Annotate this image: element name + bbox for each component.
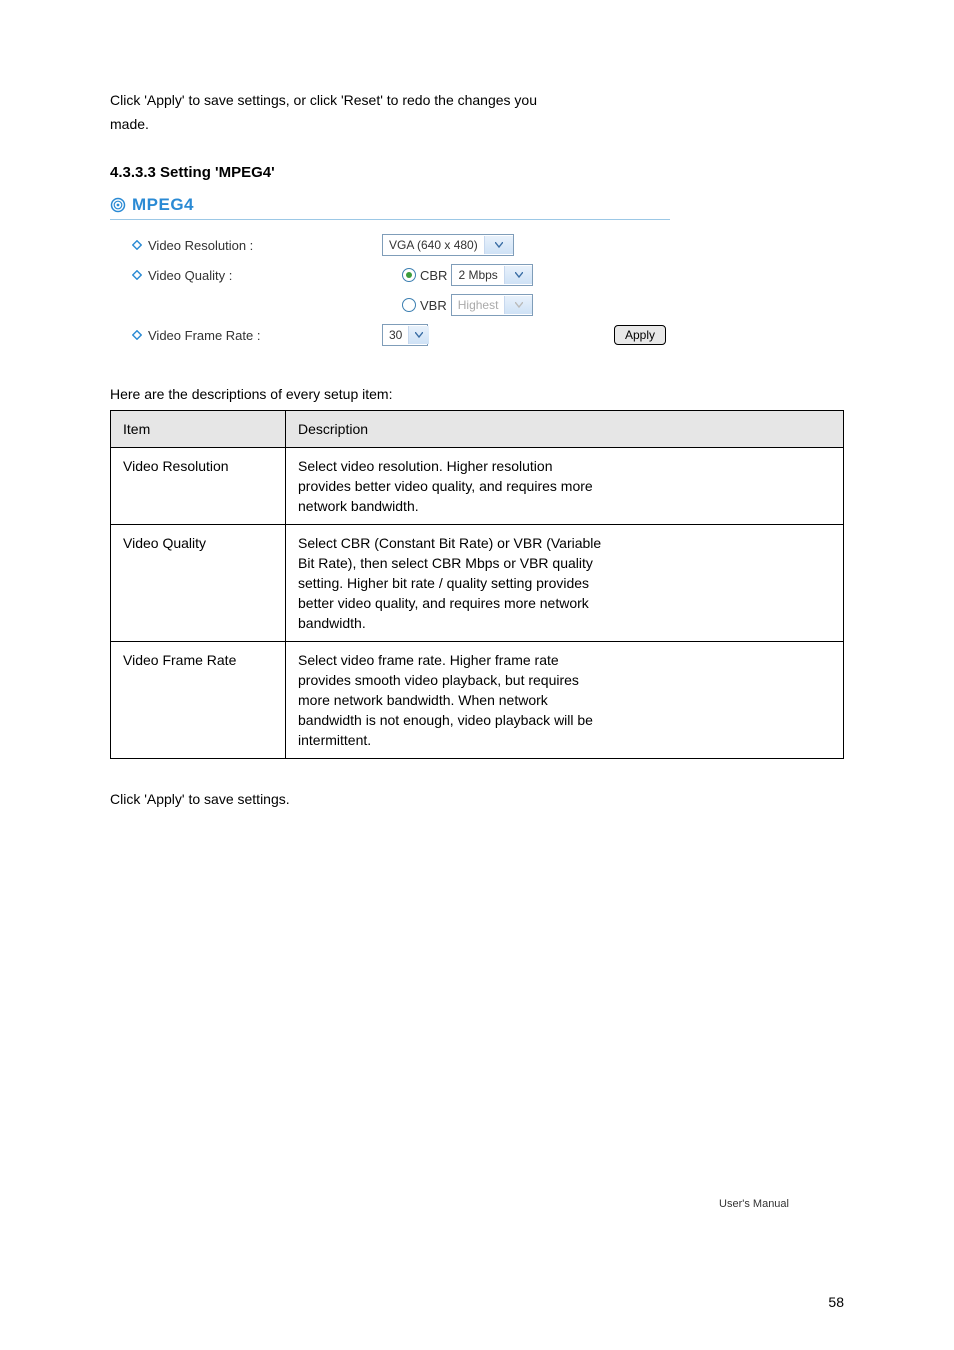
td-item: Video Resolution: [111, 448, 286, 525]
intro-line-2: made.: [110, 114, 844, 134]
intro-line-1: Click 'Apply' to save settings, or click…: [110, 90, 844, 110]
label-video-resolution: Video Resolution :: [148, 238, 253, 253]
select-cbr-value: 2 Mbps: [452, 268, 503, 282]
select-video-resolution[interactable]: VGA (640 x 480): [382, 234, 514, 256]
radio-vbr[interactable]: [402, 298, 416, 312]
row-video-resolution: Video Resolution : VGA (640 x 480): [114, 230, 666, 260]
table-row: Video Quality Select CBR (Constant Bit R…: [111, 525, 844, 642]
table-row: Video Resolution Select video resolution…: [111, 448, 844, 525]
td-desc: Select video resolution. Higher resoluti…: [286, 448, 844, 525]
select-vbr: Highest: [451, 294, 533, 316]
label-video-quality: Video Quality :: [148, 268, 232, 283]
td-item: Video Frame Rate: [111, 642, 286, 759]
label-video-frame-rate: Video Frame Rate :: [148, 328, 260, 343]
apply-button[interactable]: Apply: [614, 325, 666, 345]
diamond-icon: [132, 240, 142, 250]
table-row: Video Frame Rate Select video frame rate…: [111, 642, 844, 759]
panel-header: MPEG4: [110, 193, 670, 220]
footer-manual: User's Manual: [719, 1198, 789, 1210]
select-frame-rate-value: 30: [383, 328, 408, 342]
settings-table: Item Description Video Resolution Select…: [110, 410, 844, 759]
td-desc: Select CBR (Constant Bit Rate) or VBR (V…: [286, 525, 844, 642]
row-vbr: VBR Highest: [114, 290, 666, 320]
radio-cbr[interactable]: [402, 268, 416, 282]
table-header-row: Item Description: [111, 411, 844, 448]
label-cbr: CBR: [420, 268, 447, 283]
th-item: Item: [111, 411, 286, 448]
panel-title: MPEG4: [132, 195, 194, 215]
select-cbr[interactable]: 2 Mbps: [451, 264, 533, 286]
chevron-down-icon: [408, 326, 429, 344]
row-video-quality: Video Quality : CBR 2 Mbps: [114, 260, 666, 290]
chevron-down-icon: [484, 236, 513, 254]
select-vbr-value: Highest: [452, 298, 505, 312]
diamond-icon: [132, 270, 142, 280]
bullseye-icon: [110, 197, 126, 213]
th-description: Description: [286, 411, 844, 448]
outro-paragraph: Click 'Apply' to save settings.: [110, 789, 844, 809]
label-vbr: VBR: [420, 298, 447, 313]
row-video-frame-rate: Video Frame Rate : 30 Apply: [114, 320, 666, 350]
chevron-down-icon: [504, 266, 533, 284]
desc-lead: Here are the descriptions of every setup…: [110, 384, 844, 404]
mpeg4-panel: MPEG4 Video Resolution : VGA (640 x 480): [110, 193, 670, 354]
select-frame-rate[interactable]: 30: [382, 324, 428, 346]
select-video-resolution-value: VGA (640 x 480): [383, 238, 484, 252]
section-heading: 4.3.3.3 Setting 'MPEG4': [110, 164, 844, 181]
chevron-down-icon: [504, 296, 531, 314]
diamond-icon: [132, 330, 142, 340]
td-item: Video Quality: [111, 525, 286, 642]
intro-paragraph: Click 'Apply' to save settings, or click…: [110, 90, 844, 134]
td-desc: Select video frame rate. Higher frame ra…: [286, 642, 844, 759]
page-number: 58: [828, 1294, 844, 1310]
